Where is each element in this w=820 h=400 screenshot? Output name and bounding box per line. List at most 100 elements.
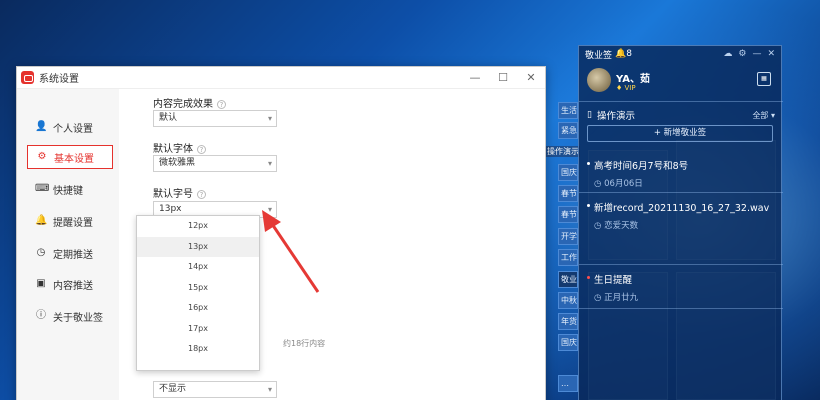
note-tag: 恋爱天数 <box>604 221 639 231</box>
font-size-label: 默认字号? <box>153 185 206 200</box>
strip-chip[interactable]: 紧急 <box>558 122 578 139</box>
calendar-icon[interactable]: ▦ <box>757 72 771 86</box>
sidebar-item-label: 定期推送 <box>53 249 93 261</box>
maximize-button[interactable]: ☐ <box>489 71 517 84</box>
new-note-button[interactable]: + 新增敬业签 <box>587 125 773 142</box>
strip-chip[interactable]: 生活 <box>558 102 578 119</box>
note-item[interactable]: 生日提醒 ◷ 正月廿九 <box>587 272 775 303</box>
user-name: YA、茹 <box>616 74 651 85</box>
vip-badge-text: VIP <box>624 84 636 92</box>
notification-bell-icon[interactable]: 🔔 <box>615 49 626 59</box>
panel-settings-icon[interactable]: ⚙ <box>738 49 746 59</box>
divider <box>579 101 783 102</box>
close-button[interactable]: ✕ <box>517 71 545 84</box>
info-icon: ⓘ <box>36 310 46 321</box>
user-icon: 👤 <box>35 121 48 132</box>
note-item[interactable]: 新增record_20211130_16_27_32.wav ◷ 恋爱天数 <box>587 200 775 231</box>
panel-top-bar: 敬业签 🔔 8 ☁ ⚙ — ✕ <box>579 46 781 62</box>
dropdown-option[interactable]: 14px <box>137 257 259 278</box>
title-bar: 系统设置 — ☐ ✕ <box>17 67 545 89</box>
note-item[interactable]: 高考时间6月7号和8号 ◷ 06月06日 <box>587 158 775 189</box>
divider <box>579 308 783 309</box>
section-header: ▯ 操作演示 全部 ▾ <box>587 108 775 122</box>
minimize-button[interactable]: — <box>461 71 489 84</box>
lines-hint: 约18行内容 <box>283 339 326 348</box>
cloud-icon[interactable]: ☁ <box>723 49 732 59</box>
strip-chip[interactable]: 开学 <box>558 228 578 245</box>
note-title: 新增record_20211130_16_27_32.wav <box>587 200 775 214</box>
inbox-icon: ▣ <box>36 278 46 289</box>
strip-side-label: 操作演示 <box>546 146 580 157</box>
sidebar-item-about[interactable]: ⓘ 关于敬业签 <box>27 304 113 328</box>
strip-chip[interactable]: 国庆 <box>558 164 578 181</box>
sidebar-item-label: 个人设置 <box>53 123 93 135</box>
display-select[interactable]: 不显示 <box>153 381 277 398</box>
font-label-text: 默认字体 <box>153 144 193 155</box>
strip-chip[interactable]: 中秋 <box>558 292 578 309</box>
note-date: 06月06日 <box>604 179 643 189</box>
font-size-label-text: 默认字号 <box>153 189 193 200</box>
vip-badge: ♦ VIP <box>616 84 636 92</box>
strip-chip[interactable]: 国庆 <box>558 334 578 351</box>
settings-sidebar: 👤 个人设置 ⚙ 基本设置 ⌨ 快捷键 🔔 提醒设置 ◷ 定期推送 ▣ 内容推送… <box>17 89 119 400</box>
bookmark-icon: ▯ <box>587 110 592 120</box>
sidebar-item-shortcuts[interactable]: ⌨ 快捷键 <box>27 177 113 201</box>
sidebar-item-label: 内容推送 <box>53 280 93 292</box>
help-icon[interactable]: ? <box>217 99 226 109</box>
divider <box>579 264 783 265</box>
panel-minimize-button[interactable]: — <box>752 49 761 59</box>
bell-icon: 🔔 <box>35 215 48 226</box>
section-title: 操作演示 <box>596 111 635 122</box>
filter-label: 全部 <box>752 110 769 120</box>
font-size-dropdown: 12px 13px 14px 15px 16px 17px 18px <box>136 215 260 371</box>
strip-chip[interactable]: 春节 <box>558 185 578 202</box>
settings-window: 系统设置 — ☐ ✕ 👤 个人设置 ⚙ 基本设置 ⌨ 快捷键 🔔 提醒设置 ◷ … <box>16 66 546 400</box>
note-subtitle: ◷ 06月06日 <box>594 179 643 189</box>
note-subtitle: ◷ 恋爱天数 <box>594 221 639 231</box>
strip-chip[interactable]: 敬业 <box>558 271 578 288</box>
note-date: 正月廿九 <box>604 293 639 303</box>
content-effect-label-text: 内容完成效果 <box>153 99 213 110</box>
panel-close-button[interactable]: ✕ <box>767 49 775 59</box>
font-select[interactable]: 微软雅黑 <box>153 155 277 172</box>
sidebar-item-reminder[interactable]: 🔔 提醒设置 <box>27 209 113 233</box>
sticky-panel: 敬业签 🔔 8 ☁ ⚙ — ✕ YA、茹 ♦ VIP ▦ ▯ 操作演示 全部 ▾… <box>578 45 783 400</box>
dropdown-option[interactable]: 16px <box>137 298 259 319</box>
notification-count: 8 <box>626 49 632 59</box>
sidebar-item-basic[interactable]: ⚙ 基本设置 <box>27 145 113 169</box>
content-effect-select[interactable]: 默认 <box>153 110 277 127</box>
content-effect-label: 内容完成效果? <box>153 95 226 110</box>
sidebar-item-label: 快捷键 <box>53 185 83 197</box>
strip-chip[interactable]: … <box>558 375 578 392</box>
sidebar-item-label: 关于敬业签 <box>53 312 103 324</box>
note-title: 高考时间6月7号和8号 <box>587 158 775 172</box>
strip-chip[interactable]: 年货 <box>558 313 578 330</box>
note-title: 生日提醒 <box>587 272 775 286</box>
app-logo-icon <box>21 71 34 84</box>
gear-icon: ⚙ <box>37 151 47 162</box>
sidebar-item-personal[interactable]: 👤 个人设置 <box>27 115 113 139</box>
sidebar-item-content-push[interactable]: ▣ 内容推送 <box>27 272 113 296</box>
background-tab-strip: 生活 紧急 国庆 春节 春节 开学 工作 敬业 中秋 年货 国庆 … <box>558 100 580 400</box>
sidebar-item-label: 提醒设置 <box>53 217 93 229</box>
note-subtitle: ◷ 正月廿九 <box>594 293 639 303</box>
strip-chip[interactable]: 春节 <box>558 206 578 223</box>
help-icon[interactable]: ? <box>197 144 206 154</box>
dropdown-option[interactable]: 12px <box>137 216 259 237</box>
window-title: 系统设置 <box>39 74 79 85</box>
divider <box>579 192 783 193</box>
dropdown-option[interactable]: 17px <box>137 319 259 340</box>
panel-app-name: 敬业签 <box>585 50 613 61</box>
font-label: 默认字体? <box>153 140 206 155</box>
help-icon[interactable]: ? <box>197 189 206 199</box>
dropdown-option[interactable]: 15px <box>137 278 259 299</box>
clock-icon: ◷ <box>36 247 46 258</box>
strip-chip[interactable]: 工作 <box>558 249 578 266</box>
sidebar-item-label: 基本设置 <box>54 153 94 165</box>
sidebar-item-scheduled-push[interactable]: ◷ 定期推送 <box>27 241 113 265</box>
filter-dropdown[interactable]: 全部 ▾ <box>752 110 775 121</box>
dropdown-option[interactable]: 18px <box>137 339 259 360</box>
keyboard-icon: ⌨ <box>35 183 50 194</box>
dropdown-option[interactable]: 13px <box>137 236 259 257</box>
avatar[interactable] <box>587 68 611 92</box>
